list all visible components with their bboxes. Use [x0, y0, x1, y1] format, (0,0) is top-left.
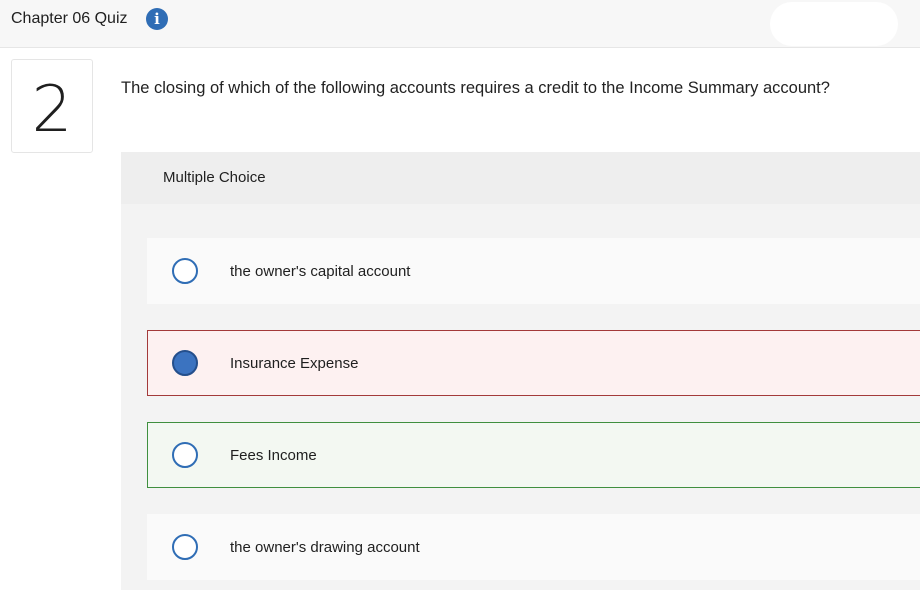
question-number-box: 2: [11, 59, 93, 153]
choice-option-1[interactable]: the owner's capital account: [147, 238, 920, 304]
choice-option-3[interactable]: Fees Income: [147, 422, 920, 488]
radio-button-1[interactable]: [172, 258, 198, 284]
choice-label-1: the owner's capital account: [230, 263, 411, 280]
quiz-header: Chapter 06 Quiz i: [0, 0, 920, 48]
choice-label-3: Fees Income: [230, 447, 317, 464]
choice-label-4: the owner's drawing account: [230, 539, 420, 556]
answer-panel: Multiple Choice the owner's capital acco…: [121, 152, 920, 590]
info-icon[interactable]: i: [146, 8, 168, 30]
question-number: 2: [31, 73, 73, 147]
radio-button-3[interactable]: [172, 442, 198, 468]
radio-button-4[interactable]: [172, 534, 198, 560]
radio-button-2-selected[interactable]: [172, 350, 198, 376]
choice-option-2[interactable]: Insurance Expense: [147, 330, 920, 396]
choice-label-2: Insurance Expense: [230, 355, 359, 372]
question-text: The closing of which of the following ac…: [121, 79, 830, 97]
header-action-pill[interactable]: [770, 2, 898, 46]
question-type-label: Multiple Choice: [163, 169, 266, 186]
choice-option-4[interactable]: the owner's drawing account: [147, 514, 920, 580]
quiz-title: Chapter 06 Quiz: [11, 10, 128, 27]
question-type-bar: Multiple Choice: [121, 152, 920, 204]
